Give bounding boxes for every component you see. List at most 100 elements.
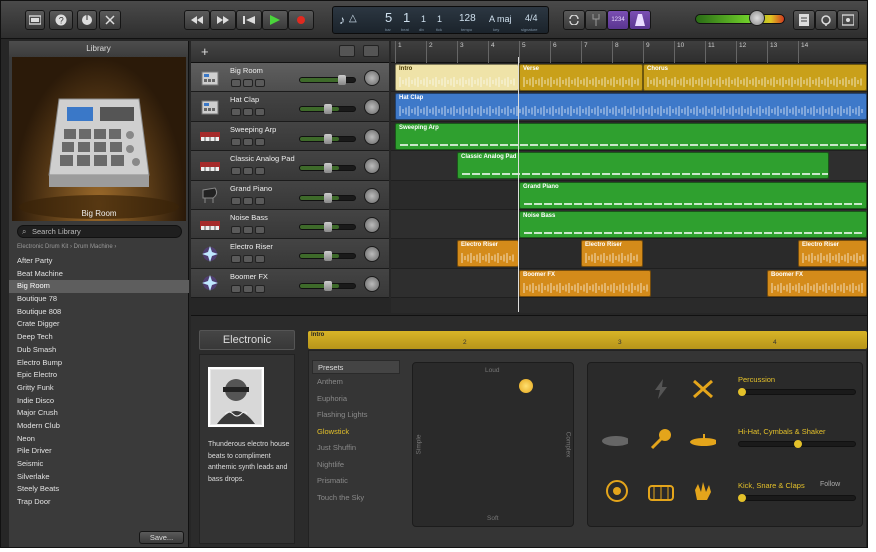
track-volume-handle[interactable] (324, 104, 332, 115)
headphones-icon[interactable] (243, 255, 253, 264)
library-item[interactable]: Crate Digger (9, 318, 189, 331)
headphones-icon[interactable] (243, 167, 253, 176)
track-volume-slider[interactable] (299, 75, 356, 85)
track-menu-button[interactable] (255, 137, 265, 146)
preset-item[interactable]: Nightlife (312, 457, 400, 474)
playhead[interactable] (518, 57, 519, 312)
add-track-button[interactable]: + (201, 44, 209, 59)
track-header[interactable]: Noise Bass (191, 210, 389, 240)
lightning-icon[interactable] (648, 379, 674, 399)
slider-handle[interactable] (794, 440, 802, 448)
mute-button[interactable] (231, 167, 241, 176)
track-volume-handle[interactable] (324, 251, 332, 262)
go-to-beginning-button[interactable] (236, 10, 262, 30)
track-pan-knob[interactable] (364, 128, 380, 145)
headphones-icon[interactable] (243, 226, 253, 234)
library-item[interactable]: Boutique 808 (9, 306, 189, 319)
region-classic-analog-pad[interactable]: Classic Analog Pad (457, 152, 829, 180)
track-menu-button[interactable] (255, 255, 265, 264)
region-chorus[interactable]: Chorus (643, 64, 867, 91)
timeline-ruler[interactable]: 1 2 3 4 5 6 7 8 9 10 11 12 13 14 (391, 41, 867, 63)
xy-pad[interactable]: Loud Soft Simple Complex (412, 362, 574, 527)
library-item[interactable]: After Party (9, 255, 189, 268)
notepad-button[interactable] (793, 10, 815, 30)
preset-item[interactable]: Flashing Lights (312, 407, 400, 424)
hihat-icon[interactable] (690, 431, 716, 451)
track-menu-button[interactable] (255, 284, 265, 293)
mute-button[interactable] (231, 79, 241, 87)
track-volume-slider[interactable] (299, 251, 356, 262)
track-pan-knob[interactable] (364, 99, 380, 116)
library-item[interactable]: Modern Club (9, 420, 189, 433)
tracks-area[interactable]: Intro Verse Chorus Hat Clap Sweeping Arp… (391, 63, 867, 313)
lcd-display[interactable]: ♪ △ 5 1 1 1 128 A maj 4/4 bar beat div t… (332, 6, 549, 34)
library-item[interactable]: Steely Beats (9, 483, 189, 496)
track-volume-slider[interactable] (299, 104, 356, 115)
library-item[interactable]: Boutique 78 (9, 293, 189, 306)
region-electro-riser[interactable]: Electro Riser (798, 240, 867, 268)
track-pan-knob[interactable] (364, 246, 380, 263)
library-item[interactable]: Beat Machine (9, 268, 189, 281)
region-intro[interactable]: Intro (395, 64, 519, 91)
loop-browser-button[interactable] (815, 10, 837, 30)
preset-item[interactable]: Euphoria (312, 391, 400, 408)
kick-drum-icon[interactable] (604, 480, 630, 502)
track-header[interactable]: Electro Riser (191, 239, 389, 269)
track-header[interactable]: Big Room (191, 63, 389, 93)
library-item[interactable]: Neon (9, 433, 189, 446)
xy-puck[interactable] (519, 379, 533, 393)
cowbell-icon[interactable] (602, 431, 628, 451)
track-menu-button[interactable] (255, 167, 265, 176)
drummer-genre[interactable]: Electronic (199, 330, 295, 350)
track-volume-slider[interactable] (299, 280, 356, 291)
region-verse[interactable]: Verse (519, 64, 643, 91)
region-electro-riser[interactable]: Electro Riser (457, 240, 519, 268)
library-item[interactable]: Pile Driver (9, 445, 189, 458)
track-pan-knob[interactable] (364, 158, 380, 175)
library-item[interactable]: Big Room (9, 280, 189, 294)
library-item[interactable]: Seismic (9, 458, 189, 471)
headphones-icon[interactable] (243, 284, 253, 293)
save-patch-button[interactable]: Save... (139, 531, 184, 544)
track-volume-handle[interactable] (324, 280, 332, 291)
tuner-button[interactable] (585, 10, 607, 30)
mute-button[interactable] (231, 137, 241, 146)
library-toggle-button[interactable] (25, 10, 45, 30)
preset-item[interactable]: Touch the Sky (312, 490, 400, 507)
media-browser-button[interactable] (837, 10, 859, 30)
library-item[interactable]: Trap Door (9, 496, 189, 509)
editor-ruler[interactable]: Intro 2 3 4 (308, 331, 867, 349)
hihat-slider[interactable] (738, 440, 856, 448)
library-item[interactable]: Epic Electro (9, 369, 189, 382)
library-item[interactable]: Deep Tech (9, 331, 189, 344)
headphones-icon[interactable] (243, 196, 253, 205)
track-pan-knob[interactable] (364, 70, 380, 86)
library-search-input[interactable]: ⌕ Search Library (17, 225, 182, 238)
drumsticks-icon[interactable] (690, 379, 716, 399)
track-pan-knob[interactable] (364, 275, 380, 292)
track-menu-button[interactable] (255, 196, 265, 205)
track-header[interactable]: Hat Clap (191, 92, 389, 122)
mute-button[interactable] (231, 108, 241, 117)
track-volume-slider[interactable] (299, 133, 356, 144)
preset-item[interactable]: Prismatic (312, 473, 400, 490)
kick-snare-slider[interactable] (738, 494, 856, 502)
track-volume-handle[interactable] (324, 222, 332, 232)
track-volume-handle[interactable] (324, 133, 332, 144)
slider-handle[interactable] (738, 494, 746, 502)
track-pan-knob[interactable] (364, 187, 380, 204)
mute-button[interactable] (231, 196, 241, 205)
maraca-icon[interactable] (648, 429, 674, 450)
rewind-button[interactable] (184, 10, 210, 30)
headphones-icon[interactable] (243, 108, 253, 117)
track-menu-button[interactable] (255, 226, 265, 234)
track-pan-knob[interactable] (364, 217, 380, 233)
count-in-button[interactable]: 1234 (607, 10, 629, 30)
preset-item[interactable]: Anthem (312, 374, 400, 391)
cycle-button[interactable] (563, 10, 585, 30)
region-grand-piano[interactable]: Grand Piano (519, 181, 867, 209)
mute-button[interactable] (231, 226, 241, 234)
headphones-icon[interactable] (243, 137, 253, 146)
fast-forward-button[interactable] (210, 10, 236, 30)
library-item[interactable]: Dub Smash (9, 344, 189, 357)
